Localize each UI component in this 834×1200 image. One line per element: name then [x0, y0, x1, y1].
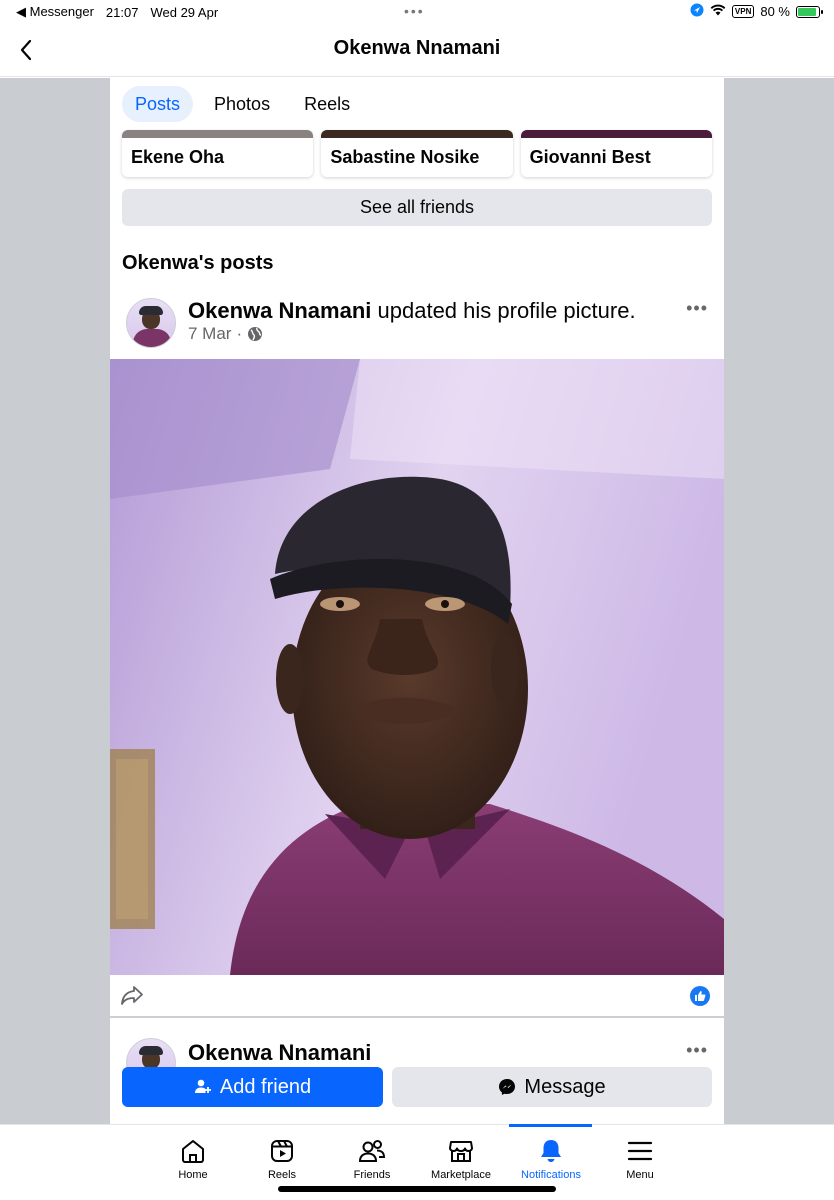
friends-icon [358, 1137, 386, 1165]
nav-reels[interactable]: Reels [237, 1125, 327, 1181]
reels-icon [269, 1137, 295, 1165]
wifi-icon [710, 4, 726, 19]
share-button[interactable] [120, 984, 144, 1011]
profile-tabs: Posts Photos Reels [122, 86, 363, 122]
friend-photo [321, 130, 513, 138]
tab-posts[interactable]: Posts [122, 86, 194, 122]
photo-image [110, 359, 724, 975]
vpn-badge: VPN [731, 5, 755, 18]
nav-marketplace-label: Marketplace [431, 1169, 491, 1181]
post-more-button[interactable]: ••• [686, 298, 708, 319]
see-all-friends-button[interactable]: See all friends [122, 189, 712, 226]
post-more-button[interactable]: ••• [686, 1040, 708, 1061]
menu-icon [627, 1137, 653, 1165]
meta-separator: · [236, 324, 243, 343]
message-label: Message [524, 1075, 606, 1098]
nav-reels-label: Reels [267, 1169, 297, 1181]
author-avatar[interactable] [126, 298, 176, 348]
post-title: Okenwa Nnamani [188, 1040, 371, 1066]
add-friend-label: Add friend [219, 1075, 312, 1098]
nav-notifications[interactable]: Notifications [506, 1125, 596, 1181]
profile-picture-photo[interactable] [110, 359, 724, 975]
post-actions [110, 976, 724, 1018]
share-icon [121, 986, 143, 1005]
multitasking-dots-icon[interactable]: ••• [404, 3, 425, 19]
friend-photo [122, 130, 314, 138]
nav-marketplace[interactable]: Marketplace [416, 1125, 506, 1181]
battery-icon [796, 5, 823, 18]
post-date[interactable]: 7 Mar [188, 324, 231, 344]
nav-friends-label: Friends [353, 1169, 391, 1181]
post-action-text: updated his profile picture. [377, 298, 636, 323]
back-to-app-link[interactable]: ◀ Messenger [16, 4, 94, 20]
messenger-icon [499, 1079, 516, 1095]
bell-icon [538, 1137, 564, 1165]
friends-list: Ekene Oha Sabastine Nosike Giovanni Best [122, 130, 712, 177]
add-person-icon [194, 1079, 211, 1093]
home-icon [180, 1137, 206, 1165]
friend-name: Sabastine Nosike [330, 147, 480, 167]
post-author-link[interactable]: Okenwa Nnamani [188, 1040, 371, 1065]
like-reaction-icon[interactable] [690, 986, 710, 1006]
post-author-link[interactable]: Okenwa Nnamani [188, 298, 371, 323]
post-meta: 7 Mar · [188, 324, 263, 344]
friend-card[interactable]: Giovanni Best [520, 130, 712, 177]
friend-card[interactable]: Ekene Oha [122, 130, 314, 177]
tab-reels[interactable]: Reels [291, 86, 363, 122]
right-gutter [724, 78, 834, 1124]
message-button[interactable]: Message [392, 1067, 712, 1107]
nav-home-label: Home [178, 1169, 208, 1181]
left-gutter [0, 78, 110, 1124]
home-indicator[interactable] [278, 1186, 556, 1192]
friend-card[interactable]: Sabastine Nosike [321, 130, 513, 177]
post-title: Okenwa Nnamani updated his profile pictu… [188, 298, 636, 324]
friend-name: Ekene Oha [131, 147, 225, 167]
friend-name: Giovanni Best [529, 147, 651, 167]
status-date: Wed 29 Apr [150, 4, 219, 20]
nav-friends[interactable]: Friends [327, 1125, 417, 1181]
status-time: 21:07 [105, 4, 139, 20]
profile-content[interactable]: Posts Photos Reels Ekene Oha Sabastine N… [110, 78, 724, 1124]
nav-menu[interactable]: Menu [595, 1125, 685, 1181]
add-friend-button[interactable]: Add friend [122, 1067, 383, 1107]
battery-percent: 80 % [760, 4, 790, 19]
profile-header: Okenwa Nnamani [0, 24, 834, 77]
tab-photos[interactable]: Photos [201, 86, 283, 122]
nav-menu-label: Menu [626, 1169, 654, 1181]
back-app-label: Messenger [29, 4, 94, 19]
friend-photo [520, 130, 712, 138]
globe-icon [248, 327, 263, 341]
marketplace-icon [448, 1137, 474, 1165]
posts-heading: Okenwa's posts [122, 252, 274, 274]
nav-notifications-label: Notifications [521, 1169, 581, 1181]
location-icon [690, 3, 704, 20]
status-bar: ◀ Messenger 21:07 Wed 29 Apr ••• VPN 80 … [0, 0, 834, 24]
nav-home[interactable]: Home [148, 1125, 238, 1181]
page-title: Okenwa Nnamani [333, 37, 501, 59]
post-header: Okenwa Nnamani updated his profile pictu… [110, 292, 724, 358]
